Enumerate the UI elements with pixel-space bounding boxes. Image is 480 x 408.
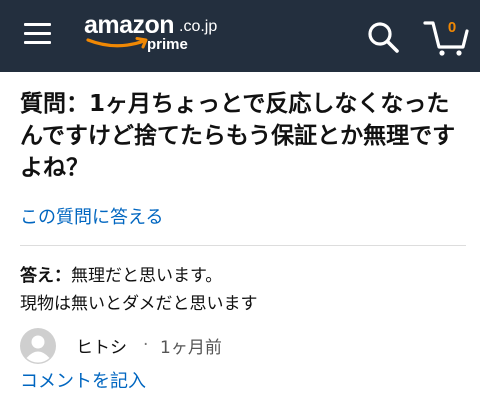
meta-separator: ·: [143, 335, 149, 355]
answer-line-1: 無理だと思います。: [71, 266, 223, 286]
menu-icon-bar-2: [24, 32, 51, 35]
search-button[interactable]: [366, 20, 400, 54]
add-comment-link[interactable]: コメントを記入: [20, 367, 146, 393]
top-nav-bar: amazon .co.jp prime 0: [0, 0, 480, 72]
user-avatar-icon: [20, 328, 56, 364]
cart-button[interactable]: 0: [422, 15, 470, 57]
menu-button[interactable]: [24, 20, 52, 48]
logo-prime: prime: [147, 36, 188, 53]
divider: [20, 245, 466, 246]
menu-icon-bar-3: [24, 41, 51, 44]
menu-icon-bar-1: [24, 23, 51, 26]
amazon-prime-logo[interactable]: amazon .co.jp prime: [84, 11, 224, 61]
smile-arrow-icon: [86, 37, 148, 49]
cart-count: 0: [447, 19, 457, 36]
logo-tld: .co.jp: [179, 18, 218, 35]
answer-line-2: 現物は無いとダメだと思います: [20, 294, 258, 314]
search-icon: [368, 22, 399, 53]
question-text: 質問：1ヶ月ちょっとで反応しなくなったんですけど捨てたらもう保証とか無理ですよね…: [20, 91, 456, 181]
answer-timestamp: 1ヶ月前: [160, 338, 222, 358]
avatar[interactable]: [20, 328, 56, 364]
answer-author[interactable]: ヒトシ: [76, 333, 127, 358]
answer-body: 答え：無理だと思います。 現物は無いとダメだと思います: [20, 262, 465, 318]
answer-label: 答え：: [20, 266, 71, 286]
answer-question-link[interactable]: この質問に答える: [20, 203, 163, 229]
